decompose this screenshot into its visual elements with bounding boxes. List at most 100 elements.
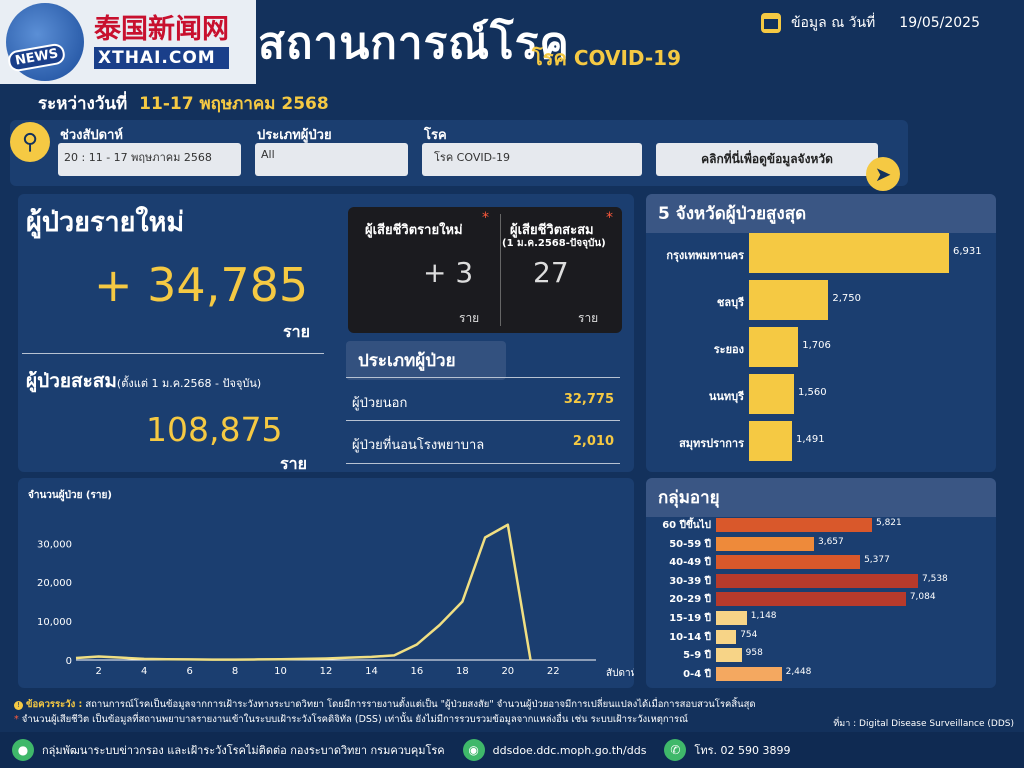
- source-note: ที่มา : Digital Disease Surveillance (DD…: [833, 719, 1014, 729]
- age-group-label: 0-4 ปี: [683, 668, 711, 680]
- province-button[interactable]: คลิกที่นี่เพื่อดูข้อมูลจังหวัด: [656, 143, 878, 176]
- province-bar: [749, 421, 793, 461]
- y-tick-label: 30,000: [37, 539, 72, 550]
- age-group-value: 754: [740, 629, 758, 640]
- patient-types-title: ประเภทผู้ป่วย: [346, 341, 506, 380]
- globe-icon: NEWS: [6, 3, 84, 81]
- province-label: ระยอง: [713, 343, 744, 356]
- divider: [346, 463, 620, 464]
- top-provinces-title: 5 จังหวัดผู้ป่วยสูงสุด: [646, 194, 996, 233]
- x-tick-label: 6: [186, 666, 192, 677]
- website-link[interactable]: ddsdoe.ddc.moph.go.th/dds: [493, 744, 647, 757]
- x-tick-label: 20: [501, 666, 514, 677]
- age-group-bar: [716, 573, 918, 588]
- patient-type-label: ประเภทผู้ป่วย: [257, 128, 332, 143]
- age-group-label: 15-19 ปี: [669, 613, 711, 624]
- new-deaths-label: ผู้เสียชีวิตรายใหม่: [365, 223, 463, 238]
- age-group-bar: [716, 536, 814, 551]
- page-title: สถานการณ์โรค: [258, 18, 570, 69]
- x-tick-label: 10: [274, 666, 287, 677]
- range-value: 11-17 พฤษภาคม 2568: [139, 94, 329, 114]
- info-icon: !: [14, 701, 23, 710]
- age-group-value: 1,148: [750, 611, 777, 621]
- x-tick-label: 2: [96, 666, 102, 677]
- province-bar: [749, 327, 799, 367]
- province-label: สมุทรปราการ: [679, 437, 744, 450]
- y-axis-label: จำนวนผู้ป่วย (ราย): [28, 489, 112, 502]
- age-group-label: 50-59 ปี: [669, 538, 711, 550]
- trend-line-chart: จำนวนผู้ป่วย (ราย) 0 10,000 20,000 30,000 2 4 6…: [28, 489, 634, 679]
- new-cases-unit: ราย: [283, 322, 310, 341]
- province-bar: [749, 374, 794, 414]
- age-group-value: 5,821: [875, 518, 902, 528]
- phone-icon: ✆: [664, 739, 687, 761]
- y-tick-label: 10,000: [37, 617, 72, 628]
- date-range: ระหว่างวันที่ 11-17 พฤษภาคม 2568: [38, 90, 329, 117]
- age-group-label: 40-49 ปี: [669, 557, 711, 569]
- age-group-label: 5-9 ปี: [683, 650, 711, 662]
- week-select[interactable]: 20 : 11 - 17 พฤษภาคม 2568: [58, 143, 241, 176]
- death-note: * จำนวนผู้เสียชีวิต เป็นข้อมูลที่สถานพยา…: [14, 712, 688, 727]
- xthai-logo: NEWS 泰国新闻网 XTHAI.COM: [0, 0, 256, 84]
- date-label: ข้อมูล ณ วันที่: [790, 15, 876, 31]
- phone-number[interactable]: โทร. 02 590 3899: [694, 741, 790, 759]
- age-group-bar: [716, 666, 782, 681]
- x-tick-label: 14: [365, 666, 378, 677]
- x-tick-label: 12: [320, 666, 333, 677]
- divider: [346, 420, 620, 421]
- week-label: ช่วงสัปดาห์: [60, 128, 123, 143]
- footer-bar: ● กลุ่มพัฒนาระบบข่าวกรอง และเฝ้าระวังโรค…: [0, 732, 1024, 768]
- cumulative-title: ผู้ป่วยสะสม(ตั้งแต่ 1 ม.ค.2568 - ปัจจุบั…: [26, 366, 261, 396]
- province-value: 1,491: [796, 434, 825, 445]
- globe-icon: ◉: [462, 739, 485, 761]
- x-tick-label: 8: [232, 666, 238, 677]
- age-group-bar: [716, 555, 861, 570]
- range-label: ระหว่างวันที่: [38, 94, 128, 114]
- series-line: [75, 523, 532, 661]
- age-group-value: 7,084: [909, 592, 936, 603]
- search-icon[interactable]: ⚲: [10, 122, 50, 162]
- deaths-divider: [500, 214, 501, 326]
- new-cases-title: ผู้ป่วยรายใหม่: [26, 207, 185, 238]
- province-bar: [749, 233, 949, 273]
- y-tick-label: 20,000: [37, 578, 72, 589]
- logo-chinese-text: 泰国新闻网: [94, 13, 229, 45]
- inpatient-value: 2,010: [572, 434, 614, 449]
- caution-note: ! ข้อควรระวัง : สถานการณ์โรคเป็นข้อมูลจา…: [14, 697, 756, 712]
- province-value: 2,750: [832, 293, 861, 304]
- x-tick-label: 18: [456, 666, 469, 677]
- cum-deaths-star: *: [606, 210, 613, 226]
- inpatient-label: ผู้ป่วยที่นอนโรงพยาบาล: [352, 438, 485, 453]
- age-group-value: 3,657: [817, 536, 844, 547]
- cumulative-note: (ตั้งแต่ 1 ม.ค.2568 - ปัจจุบัน): [116, 377, 262, 390]
- logo-english-text: XTHAI.COM: [94, 46, 229, 69]
- age-group-value: 7,538: [922, 573, 948, 584]
- age-group-label: 20-29 ปี: [669, 594, 711, 606]
- pointer-icon: ➤: [866, 157, 900, 191]
- death-note-text: จำนวนผู้เสียชีวิต เป็นข้อมูลที่สถานพยาบา…: [21, 714, 688, 725]
- age-group-bar: [716, 648, 742, 663]
- age-groups-title: กลุ่มอายุ: [646, 478, 996, 517]
- province-value: 1,706: [802, 340, 831, 351]
- caution-label: ข้อควรระวัง :: [26, 699, 83, 710]
- patient-type-select[interactable]: All: [255, 143, 408, 176]
- age-group-value: 958: [745, 648, 763, 659]
- divider: [22, 353, 324, 354]
- news-badge: NEWS: [6, 42, 67, 73]
- department-name: กลุ่มพัฒนาระบบข่าวกรอง และเฝ้าระวังโรคไม…: [42, 744, 445, 757]
- disease-select[interactable]: โรค COVID-19: [422, 143, 642, 176]
- age-group-label: 10-14 ปี: [669, 631, 711, 643]
- cum-deaths-value: 27: [533, 256, 569, 289]
- x-tick-label: 4: [141, 666, 147, 677]
- page-subtitle: โรค COVID-19: [532, 46, 681, 70]
- caution-text: สถานการณ์โรคเป็นข้อมูลจากการเฝ้าระวังทาง…: [85, 699, 756, 710]
- data-date: ข้อมูล ณ วันที่ 19/05/2025: [760, 12, 980, 34]
- new-cases-value: + 34,785: [94, 258, 309, 312]
- cumulative-unit: ราย: [280, 454, 307, 473]
- new-deaths-star: *: [482, 210, 489, 226]
- age-group-value: 2,448: [785, 666, 812, 677]
- people-icon: ●: [12, 739, 34, 761]
- cumulative-title-text: ผู้ป่วยสะสม: [26, 370, 117, 392]
- age-group-label: 60 ปีขึ้นไป: [662, 520, 711, 531]
- province-label: นนทบุรี: [708, 390, 744, 403]
